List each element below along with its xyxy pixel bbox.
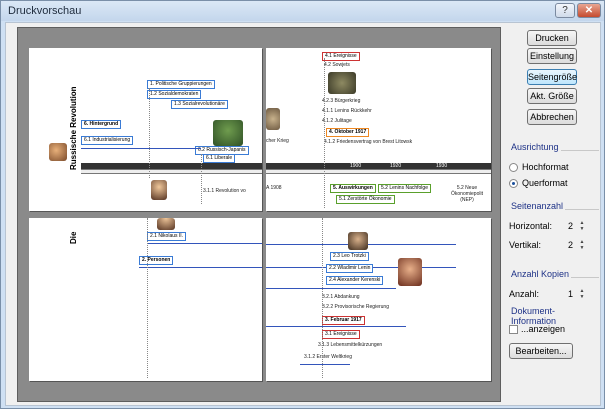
vertical-label: Vertikal: <box>509 240 542 250</box>
timeline-box: 2.4 Alexander Kerenski <box>326 276 384 285</box>
timeline-box: 2.2 Wladimir Lenin <box>326 264 374 273</box>
timeline-box: 2. Personen <box>139 256 174 265</box>
timeline-box: 5. Auswirkungen <box>330 184 376 193</box>
timeline-box: 1.3 Sozialrevolutionäre <box>171 100 228 109</box>
timeline-box: 3. Februar 1917 <box>322 316 365 325</box>
help-button[interactable]: ? <box>555 3 575 18</box>
help-icon: ? <box>562 5 568 16</box>
portrait-radio[interactable] <box>509 163 518 172</box>
connector-line <box>149 88 150 178</box>
connector-line <box>322 218 323 378</box>
connector-line <box>147 218 148 378</box>
preview-page-bottom-right: 2.3 Leo Trotzki 2.2 Wladimir Lenin 2.4 A… <box>266 218 491 381</box>
portrait-image <box>348 232 368 250</box>
airplane-image <box>328 72 356 94</box>
vertical-value[interactable]: 2 <box>568 240 573 250</box>
timeline-box: 4. Oktober 1917 <box>326 128 370 137</box>
edit-button[interactable]: Bearbeiten... <box>509 343 573 359</box>
title-bar: Druckvorschau ? ✕ <box>1 1 604 21</box>
timeline-box: 6. Hintergrund <box>81 120 122 129</box>
orientation-group-label: Ausrichtung <box>511 142 561 152</box>
event-label: cher Krieg <box>266 138 289 144</box>
event-label: 3.1.1 Revolution vo <box>203 188 246 194</box>
copies-label: Anzahl: <box>509 289 540 299</box>
print-preview-window: Druckvorschau ? ✕ Russische Revolution 1… <box>0 0 605 409</box>
timeline-scale <box>81 169 262 174</box>
event-label: 3.2.2 Provisorische Regierung <box>322 304 389 310</box>
period-arrow <box>266 288 396 289</box>
portrait-label: Hochformat <box>522 162 569 172</box>
vertical-title: Russische Revolution <box>69 86 78 170</box>
horizontal-label: Horizontal: <box>509 221 553 231</box>
period-arrow <box>147 243 262 244</box>
connector-line <box>201 154 202 204</box>
period-arrow <box>139 267 262 268</box>
preview-page-top-left: Russische Revolution 1. Politische Grupp… <box>29 48 262 211</box>
spinner-down-icon[interactable]: ▼ <box>578 294 586 300</box>
group-image <box>266 108 280 130</box>
preview-page-bottom-left: Die 2.1 Nikolaus II. 2. Personen <box>29 218 262 381</box>
painting-image <box>213 120 243 146</box>
preview-area[interactable]: Russische Revolution 1. Politische Grupp… <box>17 27 501 402</box>
landscape-radio[interactable] <box>509 179 518 188</box>
close-icon: ✕ <box>584 5 594 16</box>
person-image <box>49 143 67 161</box>
event-label: A 1908 <box>266 185 282 191</box>
event-label: 3.1.3 Lebensmittelkürzungen <box>318 342 383 348</box>
copies-value[interactable]: 1 <box>568 289 573 299</box>
event-label: 3.1.2 Erster Weltkrieg <box>304 354 352 360</box>
dialog-client-area: Russische Revolution 1. Politische Grupp… <box>5 22 601 406</box>
show-doc-info-label: ...anzeigen <box>521 324 566 334</box>
event-label: 4.1.1 Lenins Rückkehr <box>322 108 372 114</box>
timeline-box: 3.1 Ereignisse <box>322 330 360 339</box>
current-size-button[interactable]: Akt. Größe <box>527 88 577 104</box>
timeline-box: 5.1 Zerstörte Ökonomie <box>336 195 395 204</box>
event-label: 3.2.1 Abdankung <box>322 294 360 300</box>
copies-group-label: Anzahl Kopien <box>511 269 572 279</box>
timeline-box: 5.2 Lenins Nachfolge <box>378 184 431 193</box>
timeline-box: 1. Politische Gruppierungen <box>147 80 215 89</box>
show-doc-info-checkbox[interactable] <box>509 325 518 334</box>
timeline-box: 6.1 Liberale <box>203 154 236 163</box>
connector-line <box>324 58 325 208</box>
portrait-image <box>398 258 422 286</box>
landscape-label: Querformat <box>522 178 568 188</box>
print-button[interactable]: Drucken <box>527 30 577 46</box>
timeline-box: 1.2 Sozialdemokraten <box>147 90 202 99</box>
timeline-box: 6.1 Industrialisierung <box>81 136 134 145</box>
page-count-group-label: Seitenanzahl <box>511 201 566 211</box>
window-title: Druckvorschau <box>8 5 82 17</box>
page-size-button[interactable]: Seitengröße <box>527 69 577 85</box>
vertical-spinner[interactable]: ▲ ▼ <box>578 239 586 251</box>
horizontal-value[interactable]: 2 <box>568 221 573 231</box>
timeline-box: 2.1 Nikolaus II. <box>147 232 187 241</box>
spinner-down-icon[interactable]: ▼ <box>578 245 586 251</box>
close-button[interactable]: ✕ <box>577 3 601 18</box>
cancel-button[interactable]: Abbrechen <box>527 109 577 125</box>
timeline-box: 4.1 Ereignisse <box>322 52 360 61</box>
event-label: 5.2 Neue Ökonomiepolit (NEP) <box>451 185 483 203</box>
event-label: 4.1.2 Friedensvertrag von Brest Litowsk <box>324 139 413 145</box>
horizontal-spinner[interactable]: ▲ ▼ <box>578 220 586 232</box>
portrait-image <box>151 180 167 200</box>
preview-page-top-right: 4.1 Ereignisse 4.2 Sowjets 4.2.3 Bürgerk… <box>266 48 491 211</box>
setup-button[interactable]: Einstellung <box>527 48 577 64</box>
period-arrow <box>300 364 350 365</box>
vertical-title-continued: Die <box>69 231 78 244</box>
event-label: 4.2.3 Bürgerkrieg <box>322 98 361 104</box>
event-label: 4.1.2 Julitage <box>322 118 352 124</box>
copies-spinner[interactable]: ▲ ▼ <box>578 288 586 300</box>
event-label: 4.2 Sowjets <box>324 62 350 68</box>
period-arrow <box>266 326 406 327</box>
spinner-down-icon[interactable]: ▼ <box>578 226 586 232</box>
period-arrow <box>81 148 201 149</box>
portrait-image <box>157 218 175 230</box>
timeline-box: 2.3 Leo Trotzki <box>330 252 369 261</box>
doc-info-group-label: Dokument-Information <box>511 306 600 326</box>
timeline-scale <box>266 169 491 174</box>
